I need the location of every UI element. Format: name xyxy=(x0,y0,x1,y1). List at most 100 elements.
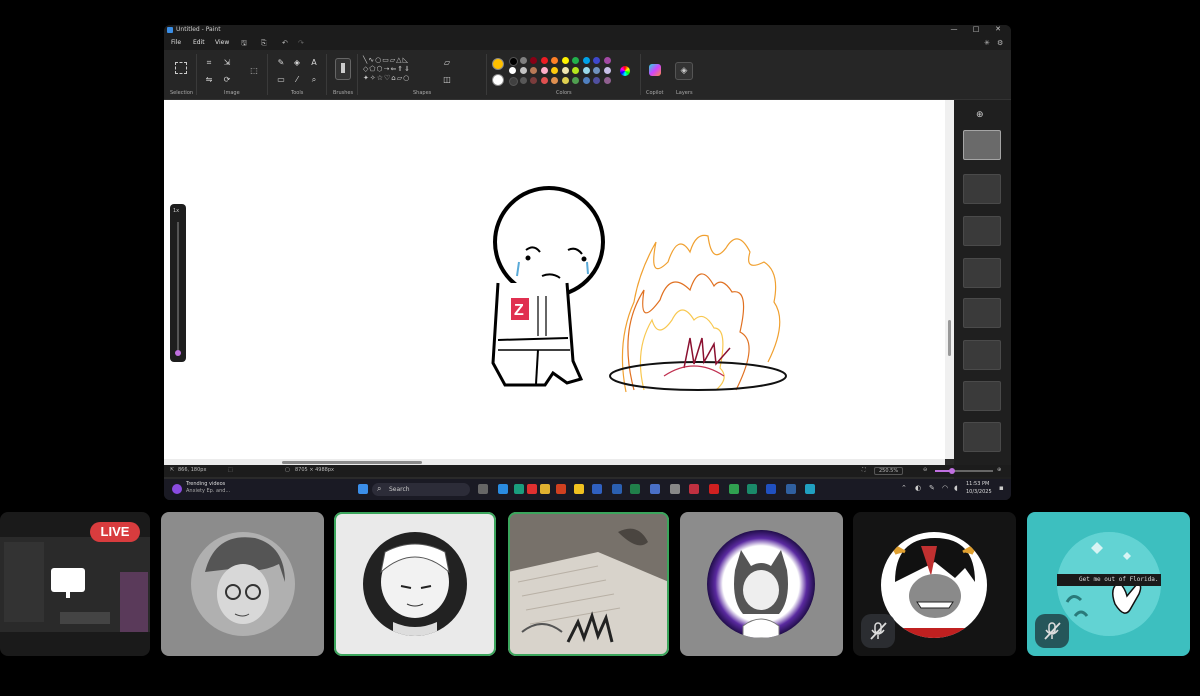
drawing-canvas[interactable]: Z xyxy=(164,100,945,459)
mail-icon[interactable] xyxy=(592,484,602,494)
participant-tile[interactable]: Get me out of Florida. xyxy=(1027,512,1190,656)
app-icon-cyan[interactable] xyxy=(805,484,815,494)
zoom-out-icon[interactable]: ⊖ xyxy=(923,467,927,473)
color-swatch[interactable] xyxy=(561,57,569,64)
app-icon-blue[interactable] xyxy=(766,484,776,494)
layer-thumbnail[interactable] xyxy=(963,130,1001,160)
task-view-icon[interactable] xyxy=(478,484,488,494)
cat-app-icon[interactable] xyxy=(709,484,719,494)
tray-chevron-icon[interactable]: ⌃ xyxy=(901,484,907,492)
app-icon-red[interactable] xyxy=(527,484,537,494)
gear-icon[interactable]: ⚙ xyxy=(997,39,1003,47)
color-swatch[interactable] xyxy=(603,77,611,84)
undo-icon[interactable]: ↶ xyxy=(282,39,288,47)
color-swatch[interactable] xyxy=(519,77,527,84)
color-swatch[interactable] xyxy=(540,57,548,64)
redo-icon[interactable]: ↷ xyxy=(298,39,304,47)
sticky-notes-icon[interactable] xyxy=(574,484,584,494)
edge-icon[interactable] xyxy=(514,484,524,494)
layer-thumbnail[interactable] xyxy=(963,422,1001,452)
primary-color[interactable] xyxy=(492,58,504,70)
widget-headline[interactable]: Trending videos xyxy=(186,481,225,487)
taskbar-time[interactable]: 11:53 PM xyxy=(966,481,989,487)
color-swatch[interactable] xyxy=(572,67,579,74)
menu-edit[interactable]: Edit xyxy=(193,39,205,46)
color-swatch[interactable] xyxy=(582,57,590,64)
color-swatch[interactable] xyxy=(582,67,590,74)
color-swatch[interactable] xyxy=(551,67,558,74)
secondary-color[interactable] xyxy=(492,74,504,86)
paint-taskbar-icon[interactable] xyxy=(670,484,680,494)
word-icon[interactable] xyxy=(612,484,622,494)
color-picker-icon[interactable]: ⁄ xyxy=(292,75,302,85)
start-icon[interactable] xyxy=(358,484,368,494)
text-icon[interactable]: A xyxy=(309,58,319,68)
app-icon-navy[interactable] xyxy=(786,484,796,494)
file-explorer-icon[interactable] xyxy=(540,484,550,494)
shapes-gallery[interactable]: ╲∿○▭▱△◺ ◇⬠⬡➝⇐⇑⇓ ✦✧☆♡⌂▱○ xyxy=(363,56,437,86)
color-swatch[interactable] xyxy=(561,67,569,74)
image-select-icon[interactable]: ⬚ xyxy=(249,66,259,76)
color-swatch[interactable] xyxy=(530,57,537,64)
resize-icon[interactable]: ⇲ xyxy=(222,58,232,68)
color-swatch[interactable] xyxy=(603,57,611,64)
copilot-icon[interactable] xyxy=(649,64,661,76)
color-swatch[interactable] xyxy=(572,57,579,64)
slider-knob[interactable] xyxy=(175,350,181,356)
color-swatch[interactable] xyxy=(509,77,518,86)
shape-fill-icon[interactable]: ◫ xyxy=(442,75,452,85)
app-icon-teal[interactable] xyxy=(747,484,757,494)
minimize-button[interactable]: — xyxy=(943,25,965,33)
zoom-knob[interactable] xyxy=(949,468,956,474)
participant-tile[interactable] xyxy=(853,512,1016,656)
color-swatch[interactable] xyxy=(572,77,579,84)
color-swatch[interactable] xyxy=(593,77,600,84)
fill-icon[interactable]: ◈ xyxy=(292,58,302,68)
color-swatch[interactable] xyxy=(530,77,537,84)
widget-subline[interactable]: Anxiety Ep. and... xyxy=(186,488,230,494)
volume-icon[interactable]: ◖ xyxy=(954,484,958,492)
zoom-in-icon[interactable]: ⊕ xyxy=(997,467,1001,473)
color-swatch[interactable] xyxy=(519,57,527,64)
magnifier-icon[interactable]: ⌕ xyxy=(309,75,319,85)
menu-view[interactable]: View xyxy=(215,39,229,46)
share-icon[interactable]: ⎘ xyxy=(261,39,267,48)
layer-thumbnail[interactable] xyxy=(963,381,1001,411)
acrobat-icon[interactable] xyxy=(556,484,566,494)
taskbar-search[interactable]: ⌕ Search xyxy=(372,483,470,496)
horizontal-scroll-thumb[interactable] xyxy=(282,461,422,464)
crop-icon[interactable]: ⌗ xyxy=(204,58,214,68)
notification-icon[interactable]: ▪ xyxy=(999,484,1004,492)
zoom-track[interactable] xyxy=(935,468,993,474)
outline-icon[interactable]: ▱ xyxy=(442,58,452,68)
color-swatch[interactable] xyxy=(593,67,600,74)
layer-thumbnail[interactable] xyxy=(963,174,1001,204)
selection-icon[interactable] xyxy=(175,62,187,74)
color-swatch[interactable] xyxy=(561,77,569,84)
layer-thumbnail[interactable] xyxy=(963,258,1001,288)
color-swatch[interactable] xyxy=(540,77,548,84)
close-button[interactable]: ✕ xyxy=(987,25,1009,33)
stream-tile[interactable]: LIVE xyxy=(0,512,150,656)
widgets-icon[interactable] xyxy=(172,484,182,494)
color-swatch[interactable] xyxy=(530,67,537,74)
color-swatch[interactable] xyxy=(509,67,516,74)
brush-size-slider[interactable]: 1x xyxy=(170,204,186,362)
zoom-percent[interactable]: 250.5% xyxy=(874,467,904,475)
fit-screen-icon[interactable]: ⛶ xyxy=(862,467,866,473)
color-swatch[interactable] xyxy=(593,57,600,64)
vertical-scrollbar[interactable] xyxy=(945,100,954,459)
app-icon-crimson[interactable] xyxy=(689,484,699,494)
color-swatch[interactable] xyxy=(551,57,558,64)
brushes-button[interactable] xyxy=(335,58,351,80)
store-icon[interactable] xyxy=(650,484,660,494)
color-swatch[interactable] xyxy=(582,77,590,84)
tray-app-icon[interactable]: ◐ xyxy=(915,484,921,492)
layer-thumbnail[interactable] xyxy=(963,216,1001,246)
taskbar-date[interactable]: 10/3/2025 xyxy=(966,489,992,495)
add-layer-icon[interactable]: ⊕ xyxy=(976,110,984,120)
flip-icon[interactable]: ⇋ xyxy=(204,75,214,85)
color-swatch[interactable] xyxy=(519,67,527,74)
vertical-scroll-thumb[interactable] xyxy=(948,320,951,356)
rotate-icon[interactable]: ⟳ xyxy=(222,75,232,85)
